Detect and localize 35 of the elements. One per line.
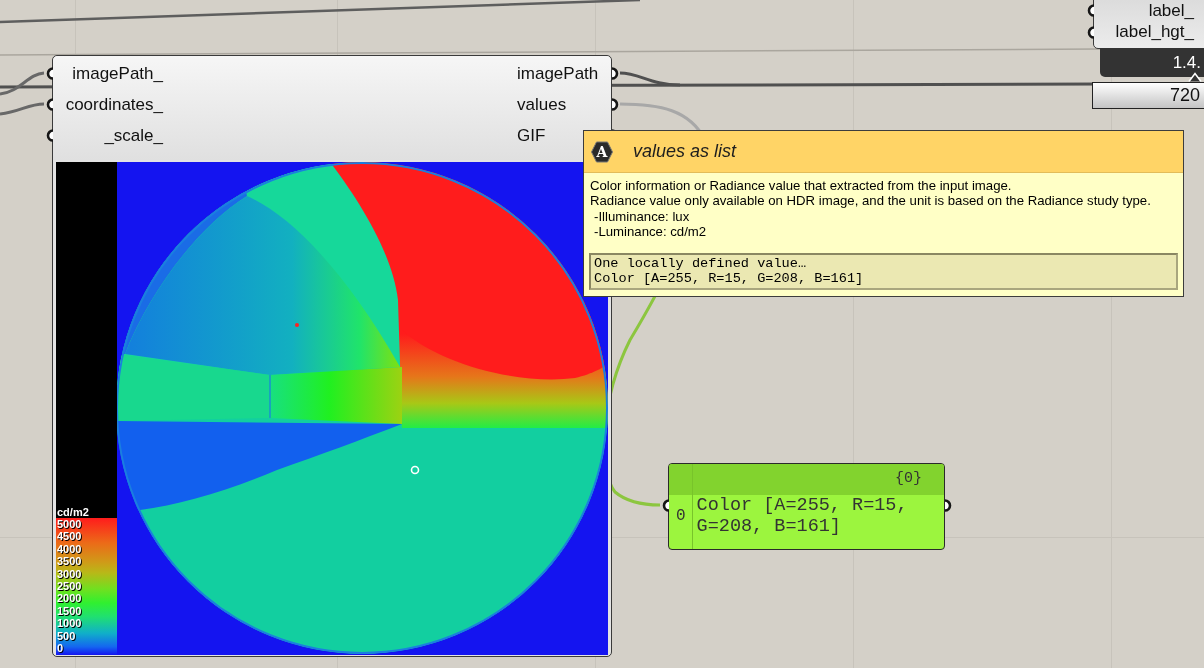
legend-label: 500 <box>57 629 76 643</box>
legend-label: 1500 <box>57 604 82 618</box>
output-port-icon[interactable] <box>611 97 621 111</box>
point-marker-icon <box>295 323 299 327</box>
item-index: 0 <box>676 506 686 526</box>
branch-path-label: {0} <box>895 469 922 490</box>
input-label: coordinates_ <box>65 94 163 116</box>
legend-label: 3000 <box>57 567 82 581</box>
legend-label: 4500 <box>57 530 82 543</box>
legend-label: 1000 <box>57 617 82 630</box>
legend-label: 5000 <box>57 518 82 531</box>
legend-label: 2000 <box>57 592 82 605</box>
legend-label: 3500 <box>57 555 82 568</box>
letter-hexagon-icon: A <box>591 140 613 163</box>
output-port-icon[interactable] <box>944 498 954 512</box>
legend-unit-label: cd/m2 <box>57 506 89 518</box>
wire <box>0 102 45 116</box>
output-port-icon[interactable] <box>611 66 621 80</box>
item-value: Color [A=255, R=15, G=208, B=161] <box>696 495 909 537</box>
ring-marker-icon <box>410 465 420 475</box>
output-label: imagePath <box>517 63 599 85</box>
legend-label: 2500 <box>57 580 82 593</box>
component-node[interactable]: label_ label_hgt_ <box>1093 0 1204 49</box>
output-label: GIF <box>517 125 546 147</box>
input-label: _scale_ <box>104 125 163 147</box>
input-label: label_ <box>1148 0 1194 21</box>
input-label: imagePath_ <box>72 63 163 85</box>
caret-icon <box>1188 72 1202 82</box>
legend-label: 0 <box>57 642 64 655</box>
input-label: label_hgt_ <box>1115 21 1194 43</box>
output-label: values <box>517 94 567 116</box>
legend-label: 4000 <box>57 542 82 556</box>
tooltip-title: values as list <box>633 140 737 163</box>
number-field[interactable]: 720 <box>1092 82 1204 109</box>
value-readout: 1.4. <box>1100 48 1204 77</box>
